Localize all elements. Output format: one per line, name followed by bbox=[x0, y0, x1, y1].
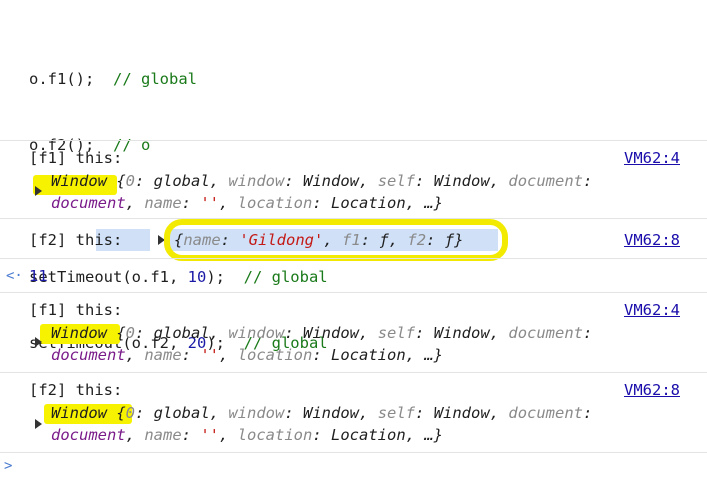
return-value: 11 bbox=[29, 267, 48, 285]
log-label: [f2] this: bbox=[29, 231, 123, 249]
source-link[interactable]: VM62:4 bbox=[624, 147, 680, 169]
console-log-entry: [f2] this: VM62:8 {name: 'Gildong', f1: … bbox=[0, 218, 707, 261]
source-link[interactable]: VM62:8 bbox=[624, 229, 680, 251]
log-label: [f1] this: bbox=[29, 301, 123, 319]
window-object-preview[interactable]: Window {0: global, window: Window, self:… bbox=[51, 170, 592, 192]
console-log-entry: [f1] this: VM62:4 Window {0: global, win… bbox=[0, 140, 707, 219]
console-log-entry: [f1] this: VM62:4 Window {0: global, win… bbox=[0, 292, 707, 371]
window-object-preview[interactable]: Window {0: global, window: Window, self:… bbox=[51, 402, 592, 424]
return-arrow-icon: <· bbox=[6, 268, 23, 284]
console-log-entry: [f2] this: VM62:8 Window {0: global, win… bbox=[0, 372, 707, 453]
input-prompt-chevron-icon: > bbox=[4, 458, 13, 474]
window-object-preview-cont: document, name: '', location: Location, … bbox=[51, 346, 443, 364]
expand-triangle-icon[interactable] bbox=[35, 419, 42, 429]
object-preview[interactable]: {name: 'Gildong', f1: ƒ, f2: ƒ} bbox=[174, 229, 463, 251]
log-label: [f1] this: bbox=[29, 149, 123, 167]
devtools-console: o.f1(); // global o.f2(); // o setTimeou… bbox=[0, 0, 707, 477]
window-object-preview-cont: document, name: '', location: Location, … bbox=[51, 194, 443, 212]
source-link[interactable]: VM62:4 bbox=[624, 299, 680, 321]
window-object-preview[interactable]: Window {0: global, window: Window, self:… bbox=[51, 322, 592, 344]
console-return-row: <· 11 bbox=[0, 258, 707, 293]
source-link[interactable]: VM62:8 bbox=[624, 379, 680, 401]
console-input-row[interactable]: > bbox=[0, 452, 707, 477]
code-line: o.f1(); // global bbox=[29, 70, 197, 88]
window-object-preview-cont: document, name: '', location: Location, … bbox=[51, 426, 443, 444]
expand-triangle-icon[interactable] bbox=[35, 337, 42, 347]
log-label: [f2] this: bbox=[29, 381, 123, 399]
expand-triangle-icon[interactable] bbox=[35, 186, 42, 196]
